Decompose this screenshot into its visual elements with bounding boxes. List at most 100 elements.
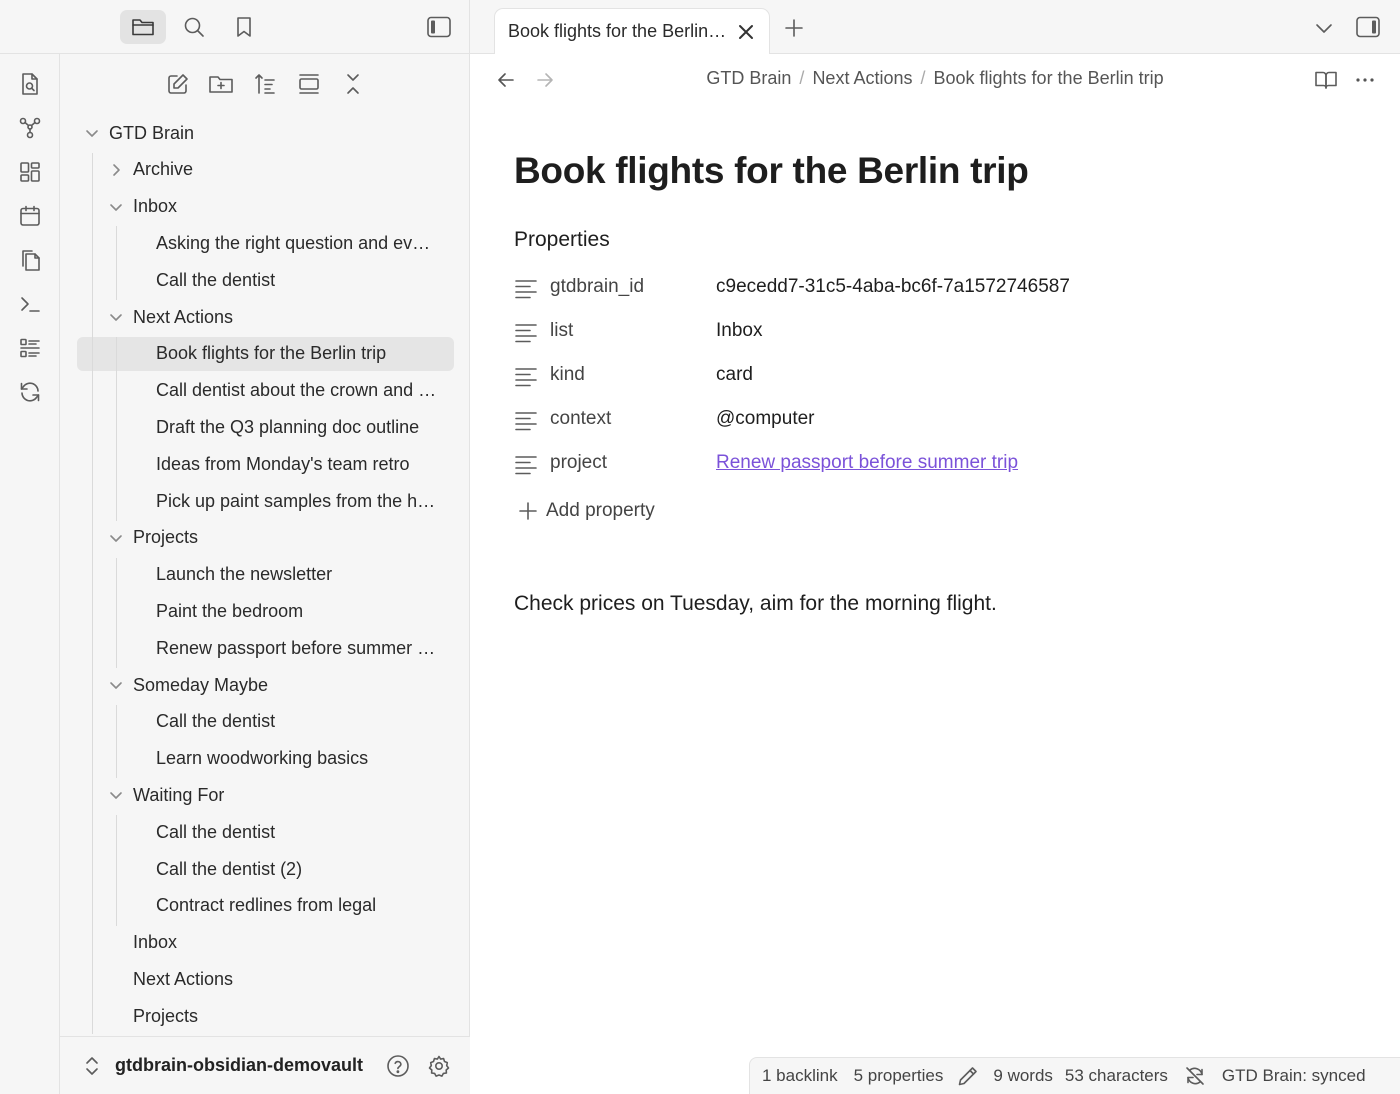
property-value[interactable]: @computer <box>716 408 815 430</box>
property-value[interactable]: Inbox <box>716 320 762 342</box>
tree-folder[interactable]: GTD Brain <box>109 116 440 150</box>
tree-file[interactable]: Inbox <box>133 926 440 960</box>
tree-file[interactable]: Call the dentist <box>156 263 440 297</box>
property-key[interactable]: list <box>550 320 573 342</box>
status-sync-text[interactable]: GTD Brain: synced <box>1222 1066 1366 1086</box>
text-property-icon[interactable] <box>514 366 538 388</box>
property-row: list Inbox <box>514 312 1374 352</box>
status-sync-button[interactable] <box>1184 1065 1206 1087</box>
toggle-right-sidebar-button[interactable] <box>1355 15 1381 39</box>
property-key[interactable]: kind <box>550 364 585 386</box>
text-property-icon[interactable] <box>514 322 538 344</box>
properties-heading[interactable]: Properties <box>514 228 610 252</box>
note-body-paragraph[interactable]: Check prices on Tuesday, aim for the mor… <box>514 592 997 616</box>
indent-guide <box>116 815 117 926</box>
toggle-left-sidebar-button[interactable] <box>416 10 462 44</box>
tree-folder[interactable]: Projects <box>133 521 440 555</box>
ribbon-task-list-button[interactable] <box>14 332 46 364</box>
pencil-icon <box>957 1065 979 1087</box>
property-key[interactable]: project <box>550 452 607 474</box>
ribbon-command-palette-button[interactable] <box>14 288 46 320</box>
ribbon-templates-button[interactable] <box>14 244 46 276</box>
status-edit-mode-button[interactable] <box>957 1065 979 1087</box>
tree-file[interactable]: Call the dentist <box>156 815 440 849</box>
property-link-value[interactable]: Renew passport before summer trip <box>716 452 1018 474</box>
tree-item-label: Projects <box>133 1005 199 1026</box>
tree-file[interactable]: Asking the right question and every... <box>156 226 440 260</box>
bookmarks-tab-button[interactable] <box>221 10 267 44</box>
status-bar: 1 backlink 5 properties 9 words 53 chara… <box>749 1057 1400 1094</box>
chevron-down-icon[interactable] <box>108 677 124 693</box>
chevron-down-icon <box>1314 18 1334 38</box>
tree-item-label: Draft the Q3 planning doc outline <box>156 416 420 437</box>
status-backlinks[interactable]: 1 backlink <box>762 1066 838 1086</box>
breadcrumb-item[interactable]: GTD Brain <box>706 68 791 88</box>
ribbon-canvas-button[interactable] <box>14 156 46 188</box>
new-tab-button[interactable] <box>783 17 805 39</box>
tree-folder[interactable]: Waiting For <box>133 778 440 812</box>
tree-item-label: Ideas from Monday's team retro <box>156 453 410 474</box>
tree-folder[interactable]: Inbox <box>133 190 440 224</box>
reading-view-button[interactable] <box>1314 69 1338 91</box>
ribbon-daily-note-button[interactable] <box>14 200 46 232</box>
sort-button[interactable] <box>248 67 282 101</box>
tree-file[interactable]: Launch the newsletter <box>156 558 440 592</box>
tree-file[interactable]: Ideas from Monday's team retro <box>156 447 440 481</box>
status-word-count: 9 words <box>993 1066 1053 1085</box>
vault-switch-button[interactable] <box>84 1055 100 1077</box>
ribbon-search-file-button[interactable] <box>14 68 46 100</box>
property-key[interactable]: gtdbrain_id <box>550 276 644 298</box>
chevron-down-icon[interactable] <box>108 309 124 325</box>
chevron-down-icon[interactable] <box>84 125 100 141</box>
property-row: project Renew passport before summer tri… <box>514 444 1374 484</box>
auto-reveal-button[interactable] <box>292 67 326 101</box>
add-property-button[interactable]: Add property <box>518 500 655 522</box>
tree-file[interactable]: Call the dentist <box>156 705 440 739</box>
tree-file[interactable]: Draft the Q3 planning doc outline <box>156 410 440 444</box>
ribbon-graph-button[interactable] <box>14 112 46 144</box>
tree-file[interactable]: Renew passport before summer trip <box>156 631 440 665</box>
more-options-button[interactable] <box>1354 69 1376 91</box>
tree-folder[interactable]: Next Actions <box>133 300 440 334</box>
property-value[interactable]: c9ecedd7-31c5-4aba-bc6f-7a1572746587 <box>716 276 1070 298</box>
tree-folder[interactable]: Archive <box>133 153 440 187</box>
tab-active[interactable]: Book flights for the Berlin trip <box>494 8 770 55</box>
tree-file[interactable]: Pick up paint samples from the hardware … <box>156 484 440 518</box>
new-note-button[interactable] <box>161 67 195 101</box>
text-property-icon[interactable] <box>514 278 538 300</box>
text-property-icon[interactable] <box>514 454 538 476</box>
note-title[interactable]: Book flights for the Berlin trip <box>514 150 1029 192</box>
property-key[interactable]: context <box>550 408 611 430</box>
vault-name[interactable]: gtdbrain-obsidian-demovault <box>115 1055 365 1076</box>
list-checks-icon <box>18 336 42 360</box>
chevron-down-icon[interactable] <box>108 787 124 803</box>
tree-file[interactable]: Paint the bedroom <box>156 594 440 628</box>
tree-file[interactable]: Learn woodworking basics <box>156 742 440 776</box>
status-properties[interactable]: 5 properties <box>854 1066 944 1086</box>
files-tab-button[interactable] <box>120 10 166 44</box>
settings-button[interactable] <box>427 1054 451 1078</box>
text-property-icon[interactable] <box>514 410 538 432</box>
tree-file[interactable]: Book flights for the Berlin trip <box>77 336 454 371</box>
chevron-down-icon[interactable] <box>108 199 124 215</box>
tab-close-button[interactable] <box>736 22 756 42</box>
chevron-right-icon[interactable] <box>108 162 124 178</box>
tree-file[interactable]: Projects <box>133 999 440 1033</box>
tab-bar: Book flights for the Berlin trip <box>470 0 1400 55</box>
tree-folder[interactable]: Someday Maybe <box>133 668 440 702</box>
chevron-down-icon[interactable] <box>108 530 124 546</box>
breadcrumb-item[interactable]: Next Actions <box>812 68 912 88</box>
new-folder-button[interactable] <box>204 67 238 101</box>
sidebar-left-icon <box>426 15 452 39</box>
ribbon-sync-button[interactable] <box>14 376 46 408</box>
tree-file[interactable]: Contract redlines from legal <box>156 889 440 923</box>
property-value[interactable]: card <box>716 364 753 386</box>
breadcrumb-current[interactable]: Book flights for the Berlin trip <box>934 68 1164 88</box>
tree-file[interactable]: Call the dentist (2) <box>156 852 440 886</box>
tree-file[interactable]: Next Actions <box>133 962 440 996</box>
collapse-all-button[interactable] <box>336 67 370 101</box>
tree-file[interactable]: Call dentist about the crown and the bil… <box>156 374 440 408</box>
search-tab-button[interactable] <box>171 10 217 44</box>
tab-list-button[interactable] <box>1314 18 1334 38</box>
help-button[interactable] <box>386 1054 410 1078</box>
